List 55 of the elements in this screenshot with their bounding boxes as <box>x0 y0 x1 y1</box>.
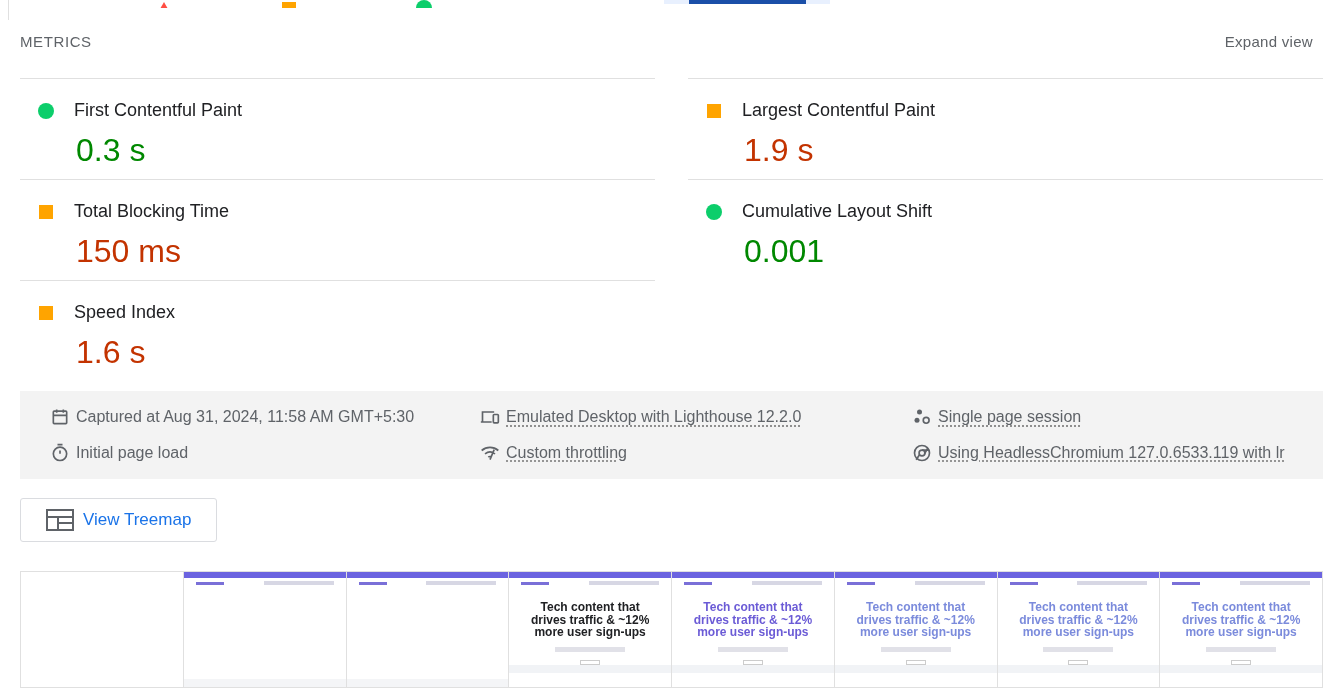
frame-headline: Tech content that drives traffic & ~12% more user sign-ups <box>1181 601 1301 639</box>
metric-name: Cumulative Layout Shift <box>742 200 933 223</box>
metrics-title: METRICS <box>20 31 92 52</box>
metric-value: 150 ms <box>76 232 182 271</box>
run-info-link[interactable]: Using HeadlessChromium 127.0.6533.119 with lr <box>938 440 1285 465</box>
average-square-icon <box>707 103 721 118</box>
frame-nav-drawing <box>1240 581 1310 585</box>
average-square-icon <box>39 204 53 219</box>
browser-icon <box>912 442 932 463</box>
frame-subtext-drawing <box>880 646 951 652</box>
metric-value: 1.9 s <box>744 131 815 170</box>
average-square-icon <box>39 305 53 320</box>
view-treemap-button[interactable]: View Treemap <box>20 498 218 542</box>
frame-nav-drawing <box>263 581 334 585</box>
frame-nav-drawing <box>1077 581 1148 585</box>
metric-name: Speed Index <box>74 301 176 324</box>
metric-value: 1.6 s <box>76 333 147 372</box>
frame-subtext-drawing <box>555 646 626 652</box>
frame-nav-drawing <box>589 581 659 585</box>
frame-nav-drawing <box>426 581 497 585</box>
metric-name: First Contentful Paint <box>74 99 243 122</box>
expand-view-button[interactable]: Expand view <box>1224 30 1313 54</box>
frame-button-drawing <box>580 659 601 665</box>
frame-headline: Tech content that drives traffic & ~12% more user sign-ups <box>693 601 813 639</box>
metric-name: Total Blocking Time <box>74 200 230 223</box>
frame-subtext-drawing <box>1043 646 1114 652</box>
run-info-link[interactable]: Single page session <box>938 405 1082 430</box>
frame-headline: Tech content that drives traffic & ~12% more user sign-ups <box>530 601 650 639</box>
treemap-icon <box>46 509 74 531</box>
frame-headline: Tech content that drives traffic & ~12% more user sign-ups <box>856 601 975 639</box>
timer-icon <box>50 442 70 463</box>
frame-button-drawing <box>1068 659 1089 665</box>
frame-button-drawing <box>742 659 763 665</box>
metric-name: Largest Contentful Paint <box>742 99 936 122</box>
frame-subtext-drawing <box>717 646 788 652</box>
frame-logo-mark <box>1009 581 1038 585</box>
run-info-link[interactable]: Emulated Desktop with Lighthouse 12.2.0 <box>506 405 802 430</box>
frame-logo-mark <box>684 581 712 585</box>
frame-subtext-drawing <box>1206 646 1277 652</box>
frame-button-drawing <box>905 659 926 665</box>
run-info-text: Initial page load <box>76 442 189 463</box>
run-info-link[interactable]: Custom throttling <box>506 440 627 465</box>
frame-logo-mark <box>846 581 875 585</box>
metric-value: 0.3 s <box>76 131 147 170</box>
frame-logo-mark <box>521 581 550 585</box>
frame-nav-drawing <box>751 581 822 585</box>
frame-logo-mark <box>358 581 387 585</box>
run-info-text: Captured at Aug 31, 2024, 11:58 AM GMT+5:30 <box>76 407 415 428</box>
frame-logo-mark <box>1172 581 1201 585</box>
calendar-icon <box>50 407 70 428</box>
frame-button-drawing <box>1231 659 1252 665</box>
frame-logo-mark <box>195 581 224 585</box>
metric-value: 0.001 <box>744 232 826 271</box>
frame-headline: Tech content that drives traffic & ~12% more user sign-ups <box>1019 601 1138 639</box>
frame-nav-drawing <box>914 581 985 585</box>
